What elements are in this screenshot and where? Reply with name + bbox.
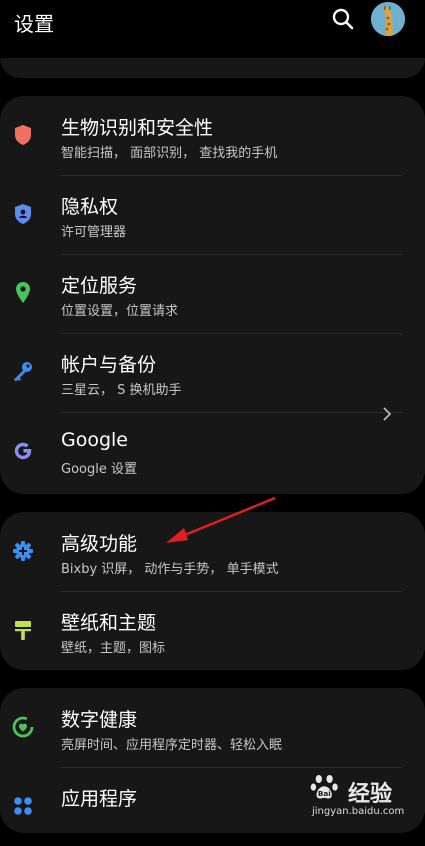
page-title: 设置 [14, 12, 54, 36]
chevron-right-icon[interactable] [380, 404, 394, 424]
settings-item-title: 定位服务 [61, 275, 138, 297]
paw-logo-icon: Bai [310, 774, 338, 799]
settings-item-subtitle: 智能扫描， 面部识别， 查找我的手机 [61, 146, 278, 161]
settings-item-subtitle: 位置设置，位置请求 [61, 304, 179, 319]
settings-item-title: 隐私权 [61, 196, 119, 218]
key-icon [14, 362, 32, 382]
settings-item-title: Google [61, 429, 129, 451]
settings-item-privacy[interactable]: 隐私权 许可管理器 [0, 175, 425, 254]
settings-item-title: 壁纸和主题 [61, 612, 157, 634]
settings-item-subtitle: 亮屏时间、应用程序定时器、轻松入眠 [61, 738, 283, 753]
settings-item-digital-wellbeing[interactable]: 数字健康 亮屏时间、应用程序定时器、轻松入眠 [0, 688, 425, 767]
settings-item-title: 应用程序 [61, 788, 138, 810]
svg-text:Bai: Bai [318, 789, 331, 798]
privacy-shield-icon [15, 204, 31, 224]
gear-plus-icon [13, 541, 33, 561]
search-icon[interactable] [330, 6, 356, 32]
location-pin-icon [16, 282, 30, 303]
settings-item-title: 高级功能 [61, 533, 138, 555]
settings-item-title: 生物识别和安全性 [61, 117, 214, 139]
settings-item-subtitle: Google 设置 [61, 462, 137, 477]
settings-group-security: 生物识别和安全性 智能扫描， 面部识别， 查找我的手机 隐私权 许可管理器 定位… [0, 96, 425, 494]
settings-item-location[interactable]: 定位服务 位置设置，位置请求 [0, 254, 425, 333]
settings-item-biometrics[interactable]: 生物识别和安全性 智能扫描， 面部识别， 查找我的手机 [0, 96, 425, 175]
settings-item-wallpaper-themes[interactable]: 壁纸和主题 壁纸，主题，图标 [0, 591, 425, 670]
baidu-jingyan-watermark: Bai 经验 jingyan.baidu.com [300, 770, 420, 822]
settings-group-previous [0, 58, 425, 78]
app-header: 设置 [0, 0, 425, 44]
shield-icon [15, 125, 31, 145]
settings-item-accounts[interactable]: 帐户与备份 三星云， S 换机助手 [0, 333, 425, 412]
settings-item-title: 帐户与备份 [61, 354, 157, 376]
settings-item-subtitle: Bixby 识屏， 动作与手势， 单手模式 [61, 562, 279, 577]
wellbeing-icon [12, 716, 34, 738]
avatar[interactable] [371, 2, 405, 36]
watermark-url: jingyan.baidu.com [312, 806, 405, 817]
settings-item-subtitle: 壁纸，主题，图标 [61, 641, 166, 656]
apps-grid-icon [14, 797, 32, 815]
giraffe-avatar-icon [371, 2, 405, 36]
annotation-arrow [166, 496, 276, 543]
paint-roller-icon [15, 621, 31, 640]
settings-item-title: 数字健康 [61, 709, 138, 731]
settings-item-subtitle: 许可管理器 [61, 225, 127, 240]
watermark-name: 经验 [348, 782, 393, 807]
google-g-icon [14, 442, 32, 460]
settings-item-subtitle: 三星云， S 换机助手 [61, 383, 182, 398]
settings-item-google[interactable]: Google Google 设置 [0, 412, 425, 491]
